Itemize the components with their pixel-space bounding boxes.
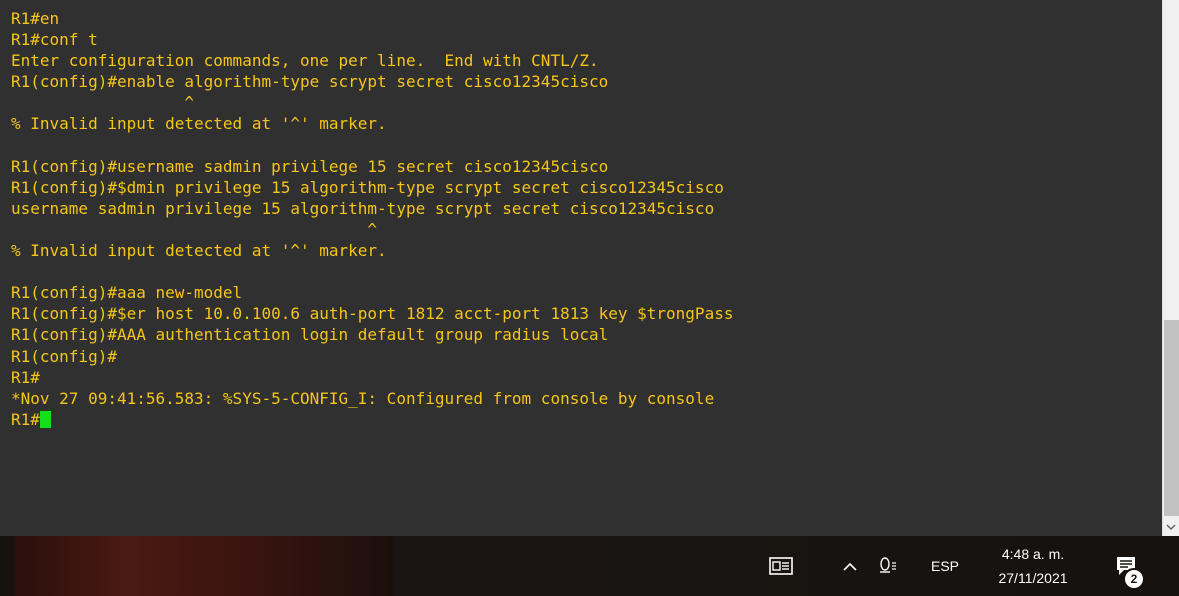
terminal-prompt-line[interactable]: R1# <box>11 409 733 430</box>
terminal-output: R1#en R1#conf t Enter configuration comman… <box>11 8 733 430</box>
desktop-wallpaper <box>14 536 394 596</box>
terminal-cursor <box>39 410 51 428</box>
terminal-window[interactable]: R1#en R1#conf t Enter configuration comman… <box>0 0 1162 536</box>
chevron-down-icon <box>1166 524 1176 530</box>
screen: R1#en R1#conf t Enter configuration comman… <box>0 0 1179 596</box>
terminal-line: R1(config)# <box>11 346 117 366</box>
clock[interactable]: 4:48 a. m. 27/11/2021 <box>982 536 1084 596</box>
clock-time: 4:48 a. m. <box>1001 546 1065 562</box>
terminal-line: R1(config)#enable algorithm-type scrypt … <box>11 72 609 92</box>
terminal-line: Enter configuration commands, one per li… <box>11 51 599 71</box>
language-indicator[interactable]: ESP <box>925 536 965 596</box>
vertical-scrollbar[interactable] <box>1162 0 1179 536</box>
terminal-line: username sadmin privilege 15 algorithm-t… <box>11 198 715 218</box>
language-label: ESP <box>930 558 959 574</box>
notification-count-badge: 2 <box>1123 568 1145 590</box>
scrollbar-thumb[interactable] <box>1164 320 1179 516</box>
news-button[interactable] <box>766 536 796 596</box>
terminal-line: R1# <box>11 367 40 387</box>
taskbar: ESP 4:48 a. m. 27/11/2021 2 <box>0 536 1179 596</box>
terminal-line: R1(config)#AAA authentication login defa… <box>11 325 609 345</box>
terminal-line: R1(config)#username sadmin privilege 15 … <box>11 156 609 176</box>
chevron-up-icon <box>843 562 857 571</box>
scroll-down-button[interactable] <box>1163 518 1179 536</box>
ime-button[interactable] <box>875 536 901 596</box>
terminal-line: % Invalid input detected at '^' marker. <box>11 114 387 134</box>
ime-icon <box>880 557 896 573</box>
terminal-prompt: R1# <box>11 409 40 429</box>
terminal-line: R1(config)#$dmin privilege 15 algorithm-… <box>11 177 724 197</box>
clock-date: 27/11/2021 <box>998 570 1068 586</box>
news-icon <box>769 557 793 575</box>
terminal-line: R1#en <box>11 9 60 28</box>
terminal-line: *Nov 27 09:41:56.583: %SYS-5-CONFIG_I: C… <box>11 388 715 408</box>
terminal-line: ^ <box>11 93 195 113</box>
terminal-line: R1(config)#$er host 10.0.100.6 auth-port… <box>11 304 734 324</box>
terminal-line: ^ <box>11 219 378 239</box>
terminal-line: R1#conf t <box>11 30 98 50</box>
terminal-line: % Invalid input detected at '^' marker. <box>11 241 387 261</box>
show-hidden-icons-button[interactable] <box>839 536 861 596</box>
terminal-line: R1(config)#aaa new-model <box>11 283 243 303</box>
